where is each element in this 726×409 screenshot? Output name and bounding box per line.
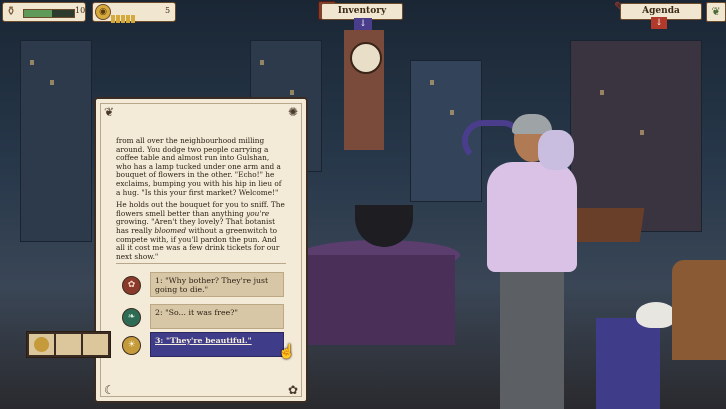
dialogue-text: from all over the neighbourhood milling … [116, 137, 286, 261]
lotus-icon: ✿ [122, 276, 141, 295]
quick-slot[interactable] [83, 334, 108, 355]
coin-slot [111, 15, 115, 23]
divider [116, 263, 286, 264]
cat-familiar [538, 130, 574, 170]
quick-slot[interactable] [56, 334, 81, 355]
coin-meter: ◉ 5 [92, 2, 176, 23]
side-table [596, 318, 660, 409]
dialogue-paragraph: He holds out the bouquet for you to snif… [116, 200, 285, 261]
clock-face [350, 42, 382, 74]
dialogue-panel: ❦ ✺ ☾ ✿ from all over the neighbourhood … [94, 97, 308, 403]
sun-corner-icon: ✺ [287, 105, 298, 119]
table-cloth [305, 255, 455, 345]
agenda-arrow-icon[interactable]: ↓ [651, 17, 667, 29]
quick-slot[interactable] [29, 334, 54, 355]
sun-icon [34, 337, 49, 352]
coin-value: 5 [165, 6, 171, 15]
gear-corner-icon[interactable]: ✿ [288, 383, 298, 397]
teapot [636, 302, 676, 328]
stamina-icon: ⚱ [6, 4, 17, 18]
stamina-meter: ⚱ 10 [2, 2, 86, 22]
coin-slot [131, 15, 135, 23]
dialogue-option-3[interactable]: 3: "They're beautiful." [150, 332, 284, 357]
building [570, 40, 702, 232]
book-stand [571, 208, 645, 242]
stamina-value: 10 [75, 6, 86, 15]
coin-slot [126, 15, 130, 23]
dialogue-option-1[interactable]: 1: "Why bother? They're just going to di… [150, 272, 284, 297]
coin-slot [116, 15, 120, 23]
pointer-cursor-icon: ☝ [278, 344, 296, 360]
menu-book-icon[interactable]: ❦ [706, 2, 726, 22]
building [20, 40, 92, 242]
moon-corner-icon: ☾ [104, 383, 115, 397]
stamina-bar [23, 9, 75, 18]
coin-icon: ◉ [95, 4, 111, 20]
coin-slots [111, 8, 136, 27]
coin-slot [121, 15, 125, 23]
leaf-corner-icon: ❦ [104, 105, 115, 119]
leaf-icon: ❧ [122, 308, 141, 327]
dialogue-option-2[interactable]: 2: "So... it was free?" [150, 304, 284, 329]
sun-icon: ☀ [122, 336, 141, 355]
quick-slots [26, 331, 111, 358]
dialogue-paragraph: from all over the neighbourhood milling … [116, 137, 282, 197]
wicker-chair [672, 260, 726, 360]
inventory-arrow-icon[interactable]: ↓ [354, 18, 372, 30]
